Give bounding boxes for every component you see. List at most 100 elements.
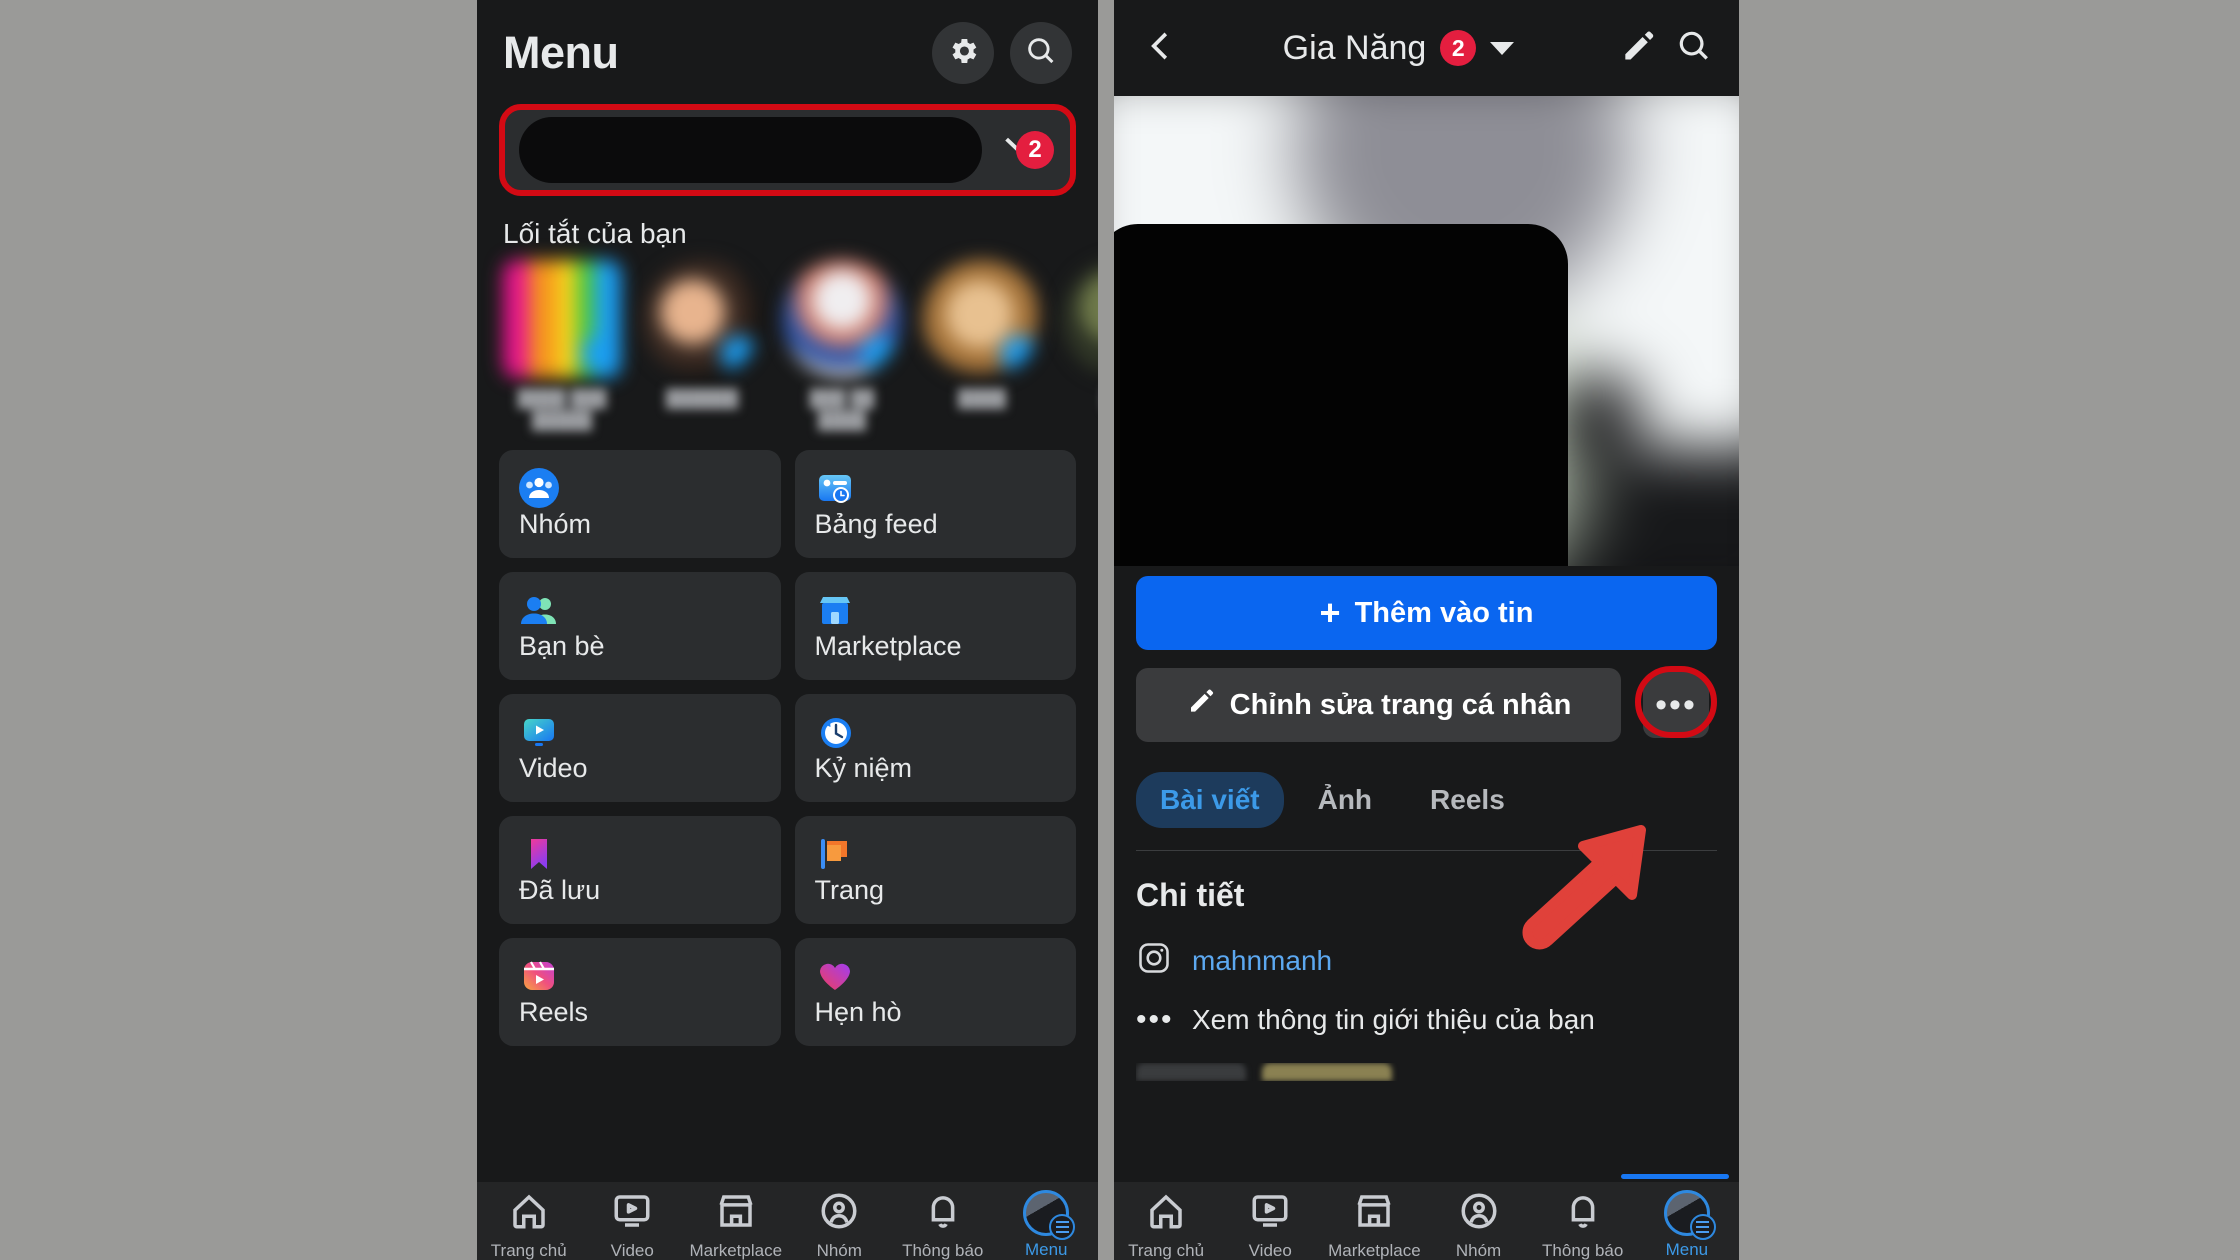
- profile-header: Gia Năng 2: [1114, 0, 1739, 96]
- nav-item-home[interactable]: Trang chủ: [1116, 1190, 1216, 1260]
- shortcut-item[interactable]: ███ ██ ████: [783, 260, 901, 432]
- account-expand-button[interactable]: 2: [982, 130, 1056, 169]
- nav-label: Marketplace: [1328, 1241, 1421, 1260]
- nav-item-groups[interactable]: Nhóm: [1429, 1190, 1529, 1260]
- nav-label: Menu: [1665, 1240, 1709, 1259]
- edit-button[interactable]: [1619, 27, 1657, 70]
- shortcut-label: ███ ██ ████: [809, 389, 875, 430]
- back-chevron-icon: [1140, 32, 1178, 69]
- profile-badge: 2: [1440, 30, 1477, 66]
- shortcuts-row[interactable]: ████ ███ █████ ██████ ███ ██ ████ ████: [477, 260, 1098, 432]
- menu-panel: Menu 2 Lối tắt của bạn ████ ███ █████ ██…: [477, 0, 1098, 1260]
- marketplace-icon: [715, 1190, 757, 1237]
- redacted-account-name: [519, 117, 982, 183]
- nav-label: Video: [1248, 1241, 1292, 1260]
- hamburger-icon: [1049, 1214, 1076, 1240]
- detail-row-about[interactable]: ••• Xem thông tin giới thiệu của bạn: [1114, 981, 1739, 1037]
- shortcut-thumbnail: [923, 260, 1041, 378]
- avatar-menu-icon: [1663, 1190, 1716, 1240]
- settings-button[interactable]: [932, 22, 994, 84]
- video-icon: [611, 1190, 653, 1237]
- video-icon: [519, 712, 559, 752]
- shortcut-label: ████: [957, 389, 1007, 408]
- instagram-handle[interactable]: mahnmanh: [1192, 945, 1332, 977]
- search-button[interactable]: [1010, 22, 1072, 84]
- groups-icon: [519, 468, 559, 508]
- add-to-story-button[interactable]: + Thêm vào tin: [1136, 576, 1717, 650]
- search-icon: [1675, 31, 1713, 69]
- saved-icon: [519, 834, 559, 874]
- search-icon: [1024, 34, 1058, 73]
- cover-photo[interactable]: [1114, 96, 1739, 566]
- edit-profile-label: Chỉnh sửa trang cá nhân: [1229, 688, 1572, 721]
- groups-icon: [818, 1190, 860, 1237]
- nav-item-groups[interactable]: Nhóm: [789, 1190, 889, 1260]
- nav-item-home[interactable]: Trang chủ: [479, 1190, 579, 1260]
- nav-item-video[interactable]: Video: [582, 1190, 682, 1260]
- gear-icon: [946, 34, 980, 73]
- account-row-highlighted[interactable]: 2: [499, 104, 1076, 196]
- about-label: Xem thông tin giới thiệu của bạn: [1192, 1004, 1595, 1035]
- hamburger-icon: [1689, 1214, 1716, 1240]
- nav-label: Nhóm: [1455, 1241, 1502, 1260]
- caret-down-icon: [1490, 41, 1515, 55]
- menu-tile-friends[interactable]: Bạn bè: [499, 572, 781, 680]
- menu-tile-grid: Nhóm Bảng feed Bạn bè Marketplace Video …: [477, 432, 1098, 1046]
- nav-label: Video: [610, 1241, 654, 1260]
- profile-title-group[interactable]: Gia Năng 2: [1196, 29, 1601, 68]
- menu-tile-memories[interactable]: Kỷ niệm: [794, 694, 1076, 802]
- home-icon: [508, 1190, 550, 1237]
- bell-icon: [1562, 1190, 1604, 1237]
- preview-tile: [1262, 1063, 1392, 1081]
- shortcut-item[interactable]: ████ ███ █████: [503, 260, 621, 432]
- more-options-button[interactable]: •••: [1643, 672, 1709, 738]
- nav-item-menu[interactable]: Menu: [996, 1190, 1096, 1260]
- tab-photos[interactable]: Ảnh: [1294, 772, 1396, 828]
- profile-actions: + Thêm vào tin Chỉnh sửa trang cá nhân •…: [1114, 566, 1739, 746]
- shortcut-item[interactable]: ██████: [643, 260, 761, 432]
- bottom-nav-right: Trang chủ Video Marketplace Nhóm Thông b…: [1114, 1174, 1739, 1260]
- nav-item-notifications[interactable]: Thông báo: [893, 1190, 993, 1260]
- nav-label: Marketplace: [689, 1241, 783, 1260]
- nav-item-video[interactable]: Video: [1220, 1190, 1320, 1260]
- header-actions: [932, 22, 1072, 84]
- profile-search-button[interactable]: [1675, 27, 1713, 70]
- back-button[interactable]: [1140, 27, 1178, 70]
- nav-label: Trang chủ: [490, 1241, 567, 1260]
- menu-tile-label: Hẹn hò: [814, 997, 902, 1027]
- profile-name: Gia Năng: [1282, 28, 1427, 67]
- menu-tile-feeds[interactable]: Bảng feed: [794, 450, 1076, 558]
- menu-tile-label: Nhóm: [519, 509, 592, 539]
- shortcut-badge: [1001, 336, 1037, 372]
- bottom-nav-left: Trang chủ Video Marketplace Nhóm Thông b…: [477, 1182, 1098, 1260]
- shortcut-label: ██████: [665, 389, 739, 408]
- home-icon: [1145, 1190, 1187, 1237]
- profile-actions-row: Chỉnh sửa trang cá nhân •••: [1136, 664, 1717, 746]
- content-preview-strip: [1136, 1063, 1717, 1081]
- menu-tile-video[interactable]: Video: [499, 694, 781, 802]
- menu-tile-dating[interactable]: Hẹn hò: [794, 938, 1076, 1046]
- redacted-profile-photo: [1114, 224, 1568, 566]
- menu-tile-reels[interactable]: Reels: [499, 938, 781, 1046]
- shortcut-item[interactable]: ███: [1063, 260, 1098, 432]
- nav-item-marketplace[interactable]: Marketplace: [1324, 1190, 1424, 1260]
- nav-item-marketplace[interactable]: Marketplace: [686, 1190, 786, 1260]
- details-title: Chi tiết: [1136, 877, 1245, 913]
- nav-label: Nhóm: [816, 1241, 862, 1260]
- tab-posts[interactable]: Bài viết: [1136, 772, 1284, 828]
- detail-row-instagram[interactable]: mahnmanh: [1114, 918, 1739, 981]
- menu-header: Menu: [477, 0, 1098, 96]
- menu-tile-label: Marketplace: [814, 631, 962, 661]
- shortcut-badge: [721, 336, 757, 372]
- tab-reels[interactable]: Reels: [1406, 772, 1529, 828]
- menu-tile-pages[interactable]: Trang: [794, 816, 1076, 924]
- pages-icon: [815, 834, 855, 874]
- nav-item-menu[interactable]: Menu: [1637, 1190, 1737, 1260]
- nav-item-notifications[interactable]: Thông báo: [1533, 1190, 1633, 1260]
- menu-tile-groups[interactable]: Nhóm: [499, 450, 781, 558]
- edit-profile-button[interactable]: Chỉnh sửa trang cá nhân: [1136, 668, 1621, 742]
- profile-panel: Gia Năng 2 + Thêm vào tin Chỉnh sửa tran…: [1114, 0, 1739, 1260]
- menu-tile-saved[interactable]: Đã lưu: [499, 816, 781, 924]
- shortcut-item[interactable]: ████: [923, 260, 1041, 432]
- menu-tile-marketplace[interactable]: Marketplace: [794, 572, 1076, 680]
